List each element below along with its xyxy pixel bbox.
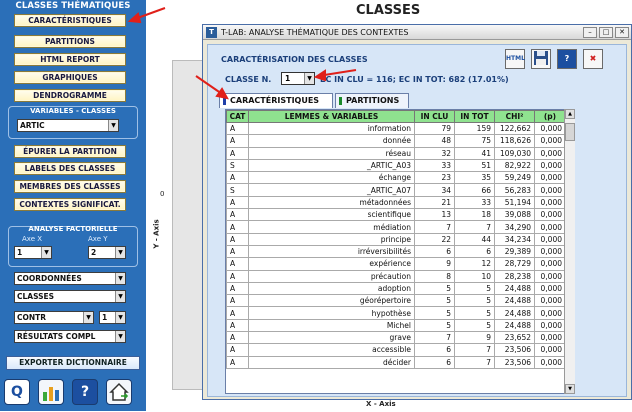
annotation-arrows [127, 7, 357, 100]
arrow-head [313, 69, 326, 82]
arrow-head [127, 12, 142, 24]
